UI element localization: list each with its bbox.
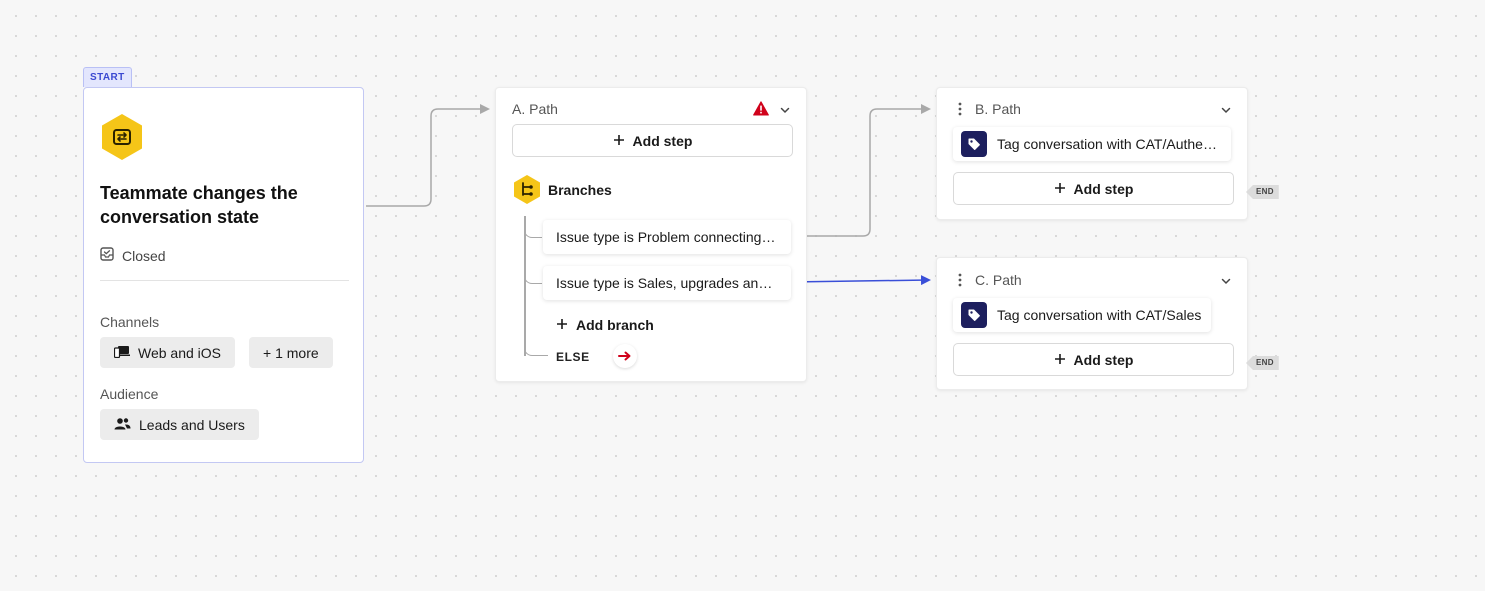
branches-icon xyxy=(513,174,541,210)
path-a-title: A. Path xyxy=(512,101,558,117)
inbox-closed-icon xyxy=(100,247,114,264)
branch-tree-line xyxy=(524,216,526,356)
branch-item-1[interactable]: Issue type is Problem connecting to the … xyxy=(543,220,791,254)
channel-more-pill[interactable]: + 1 more xyxy=(249,337,333,368)
else-label: ELSE xyxy=(556,350,590,364)
add-step-label: Add step xyxy=(1073,351,1134,368)
tag-step-detail: with CAT/Sales xyxy=(1102,307,1202,323)
add-step-label: Add step xyxy=(1073,180,1134,197)
end-badge: END xyxy=(1246,356,1279,370)
chevron-down-icon[interactable] xyxy=(779,103,791,121)
audience-label: Audience xyxy=(100,386,159,402)
trigger-card[interactable]: Teammate changes the conversation state … xyxy=(83,87,364,463)
else-arrow-icon[interactable] xyxy=(613,344,637,368)
add-branch-button[interactable]: Add branch xyxy=(556,317,654,333)
channel-pill-web-ios[interactable]: Web and iOS xyxy=(100,337,236,368)
warning-icon[interactable] xyxy=(753,101,769,121)
audience-pill[interactable]: Leads and Users xyxy=(100,409,259,440)
trigger-title: Teammate changes the conversation state xyxy=(100,183,298,227)
path-c-card[interactable]: C. Path Tag conversation with CAT/Sales … xyxy=(936,257,1248,390)
add-step-label: Add step xyxy=(632,132,693,149)
path-b-title: B. Path xyxy=(975,101,1021,117)
state-label: Closed xyxy=(122,247,166,264)
connector-branch2-to-c xyxy=(789,275,931,286)
plus-icon xyxy=(1054,352,1066,368)
path-a-card[interactable]: A. Path Add step Branches Issue type is … xyxy=(495,87,807,382)
tag-step-text: Tag conversation with CAT/Sales xyxy=(997,307,1201,323)
audience-value: Leads and Users xyxy=(139,416,245,433)
plus-icon xyxy=(613,133,625,149)
tag-conversation-step[interactable]: Tag conversation with CAT/Authentication xyxy=(953,127,1231,161)
tag-icon xyxy=(961,302,987,328)
tag-icon xyxy=(961,131,987,157)
trigger-icon xyxy=(100,113,144,166)
plus-icon xyxy=(556,317,568,333)
tag-step-text: Tag conversation with CAT/Authentication xyxy=(997,136,1221,152)
tag-step-detail: with CAT/Authentication xyxy=(1106,136,1221,152)
tag-step-action: Tag conversation xyxy=(997,136,1103,152)
branch-connector xyxy=(524,344,548,356)
start-badge: START xyxy=(83,67,132,87)
path-b-card[interactable]: B. Path Tag conversation with CAT/Authen… xyxy=(936,87,1248,220)
branch-connector xyxy=(524,226,542,238)
connector-start-to-a xyxy=(366,104,490,207)
add-branch-label: Add branch xyxy=(576,317,654,333)
branch-item-2[interactable]: Issue type is Sales, upgrades and billin… xyxy=(543,266,791,300)
users-icon xyxy=(114,417,131,433)
end-badge: END xyxy=(1246,185,1279,199)
add-step-button[interactable]: Add step xyxy=(512,124,793,157)
chevron-down-icon[interactable] xyxy=(1220,274,1232,292)
branches-label: Branches xyxy=(548,182,612,198)
drag-handle-icon[interactable] xyxy=(958,273,962,292)
drag-handle-icon[interactable] xyxy=(958,102,962,121)
add-step-button[interactable]: Add step xyxy=(953,172,1234,205)
plus-icon xyxy=(1054,181,1066,197)
branch-connector xyxy=(524,272,542,284)
chevron-down-icon[interactable] xyxy=(1220,103,1232,121)
tag-conversation-step[interactable]: Tag conversation with CAT/Sales xyxy=(953,298,1212,332)
divider xyxy=(100,280,349,281)
conversation-state: Closed xyxy=(100,247,166,264)
channel-label: Web and iOS xyxy=(138,344,222,361)
channels-label: Channels xyxy=(100,314,160,330)
connector-branch1-to-b xyxy=(790,104,931,237)
path-c-title: C. Path xyxy=(975,272,1022,288)
add-step-button[interactable]: Add step xyxy=(953,343,1234,376)
tag-step-action: Tag conversation xyxy=(997,307,1103,323)
devices-icon xyxy=(113,345,130,361)
